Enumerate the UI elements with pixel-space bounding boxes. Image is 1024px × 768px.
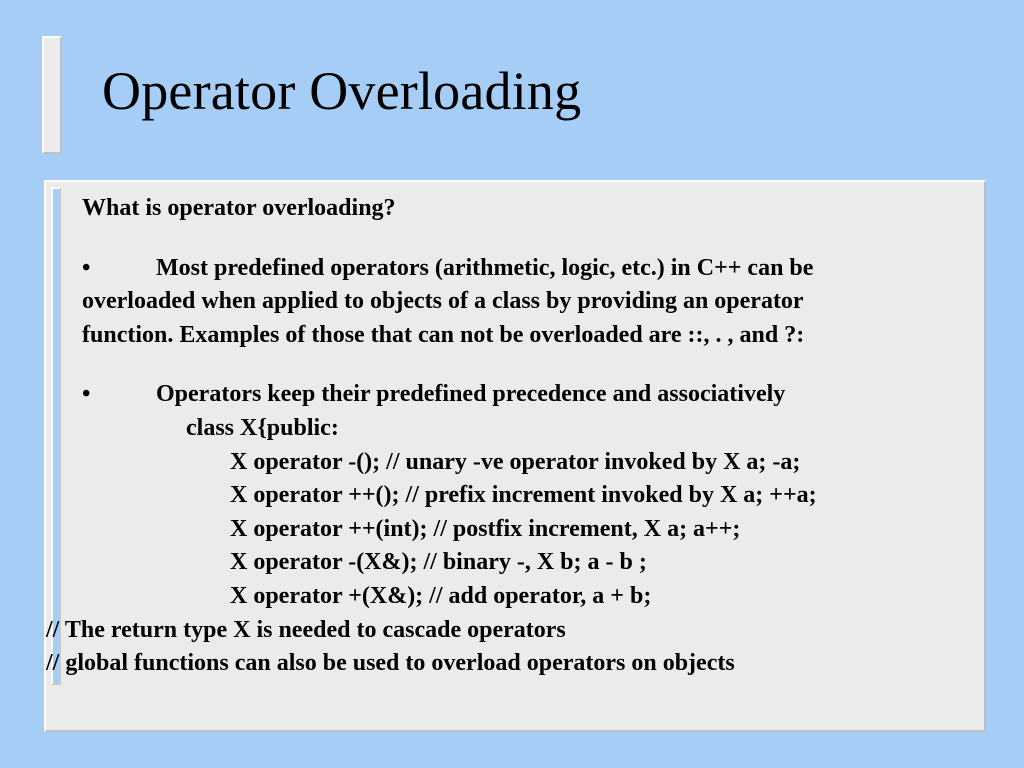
bullet-mark: • (82, 378, 156, 412)
title-accent-bar (42, 36, 62, 154)
slide: Operator Overloading What is operator ov… (0, 0, 1024, 768)
slide-title: Operator Overloading (102, 60, 581, 122)
code-line: class X{public: (82, 412, 966, 446)
bullet-item-1: •Most predefined operators (arithmetic, … (82, 252, 966, 353)
bullet-mark: • (82, 252, 156, 286)
comment-line: // The return type X is needed to cascad… (46, 614, 966, 648)
code-line: X operator -(X&); // binary -, X b; a - … (82, 546, 966, 580)
code-line: X operator +(X&); // add operator, a + b… (82, 580, 966, 614)
content-accent-bar (51, 187, 61, 685)
bullet-text: function. Examples of those that can not… (82, 322, 804, 348)
bullet-item-2: •Operators keep their predefined precede… (82, 378, 966, 412)
bullet-text: Most predefined operators (arithmetic, l… (156, 255, 813, 281)
content-heading: What is operator overloading? (82, 192, 966, 226)
bullet-text: Operators keep their predefined preceden… (156, 381, 785, 407)
content-box: What is operator overloading? •Most pred… (44, 180, 986, 732)
bullet-text: overloaded when applied to objects of a … (82, 288, 804, 314)
content-body: What is operator overloading? •Most pred… (82, 192, 966, 681)
code-line: X operator -(); // unary -ve operator in… (82, 446, 966, 480)
code-line: X operator ++(); // prefix increment inv… (82, 479, 966, 513)
comment-line: // global functions can also be used to … (46, 647, 966, 681)
code-line: X operator ++(int); // postfix increment… (82, 513, 966, 547)
